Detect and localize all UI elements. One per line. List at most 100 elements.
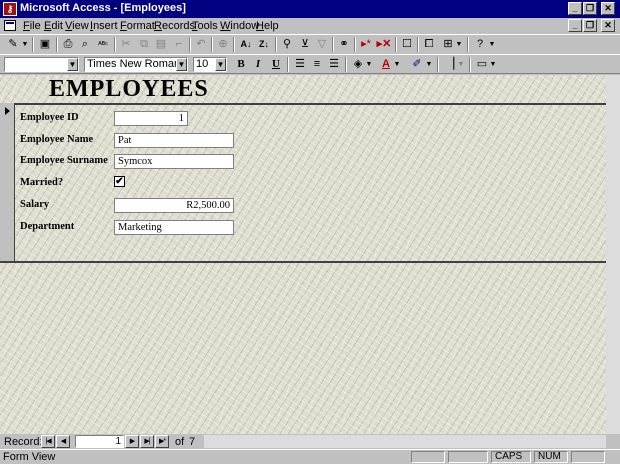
close-button[interactable]: ✕ <box>601 2 615 15</box>
restore-button[interactable]: ❐ <box>583 2 597 15</box>
status-bar: Form View CAPS NUM <box>0 449 620 464</box>
new-object-dropdown-icon[interactable]: ▼ <box>455 37 463 52</box>
line-color-dropdown-icon[interactable]: ▼ <box>425 57 433 72</box>
object-dropdown-icon[interactable]: ▼ <box>67 58 78 71</box>
menu-edit[interactable]: Edit <box>44 20 63 32</box>
department-label: Department <box>20 221 75 232</box>
cut-icon[interactable]: ✂ <box>118 37 134 52</box>
salary-field[interactable]: R2,500.00 <box>114 198 234 213</box>
special-effect-dropdown-icon[interactable]: ▼ <box>489 57 497 72</box>
insert-hyperlink-icon[interactable]: ⊕ <box>215 37 231 52</box>
special-effect-icon[interactable]: ▭ <box>474 57 490 72</box>
italic-button[interactable]: I <box>250 57 266 72</box>
record-of-label: of <box>175 436 185 448</box>
underline-button[interactable]: U <box>268 57 284 72</box>
database-window-icon[interactable]: ⧠ <box>421 37 437 52</box>
previous-record-button[interactable]: ◀ <box>56 435 70 448</box>
married-label: Married? <box>20 177 64 188</box>
first-record-button[interactable]: |◀ <box>41 435 55 448</box>
font-size-combo[interactable]: 10 ▼ <box>193 57 227 72</box>
filter-by-form-icon[interactable]: ⊻ <box>297 37 313 52</box>
formatting-toolbar: ▼ Times New Roman ▼ 10 ▼ B I U ☰ ≡ ☰ ◈ ▼… <box>0 54 620 74</box>
font-size-dropdown-icon[interactable]: ▼ <box>215 58 226 71</box>
help-dropdown-icon[interactable]: ▼ <box>488 37 496 52</box>
doc-minimize-button[interactable]: _ <box>568 19 582 32</box>
print-preview-icon[interactable]: ⌕ <box>77 37 93 52</box>
new-record-nav-button[interactable]: ▶* <box>155 435 169 448</box>
record-total: 7 <box>189 436 196 448</box>
last-record-button[interactable]: ▶| <box>140 435 154 448</box>
view-dropdown-icon[interactable]: ▼ <box>21 37 29 52</box>
copy-icon[interactable]: ⧉ <box>136 37 152 52</box>
properties-icon[interactable]: ☐ <box>399 37 415 52</box>
sort-ascending-icon[interactable]: A↓ <box>238 37 254 52</box>
object-combo[interactable]: ▼ <box>4 57 79 72</box>
spelling-icon[interactable]: ᴬᴮᶜ <box>95 37 111 52</box>
save-icon[interactable]: ▣ <box>37 37 53 52</box>
size-grip <box>606 434 620 449</box>
status-text: Form View <box>3 451 56 463</box>
font-size-value: 10 <box>196 58 209 70</box>
apply-filter-icon[interactable]: ▽ <box>314 37 330 52</box>
sort-descending-icon[interactable]: Z↓ <box>256 37 272 52</box>
employee-name-field[interactable]: Pat <box>114 133 234 148</box>
employee-surname-label: Employee Surname <box>20 155 108 166</box>
undo-icon[interactable]: ↶ <box>193 37 209 52</box>
help-icon[interactable]: ? <box>472 37 488 52</box>
line-width-dropdown-icon[interactable]: ▼ <box>457 57 465 72</box>
print-icon[interactable]: ⎙ <box>60 37 76 52</box>
menu-window[interactable]: Window <box>220 20 259 32</box>
next-record-button[interactable]: ▶ <box>125 435 139 448</box>
font-color-dropdown-icon[interactable]: ▼ <box>393 57 401 72</box>
doc-restore-button[interactable]: ❐ <box>583 19 597 32</box>
record-selector[interactable] <box>0 103 15 261</box>
new-record-icon[interactable]: ▸* <box>358 37 374 52</box>
employee-surname-field[interactable]: Symcox <box>114 154 234 169</box>
fill-color-dropdown-icon[interactable]: ▼ <box>365 57 373 72</box>
line-width-icon[interactable]: ▕ <box>442 57 458 72</box>
form-document-icon[interactable] <box>4 20 16 31</box>
filter-by-selection-icon[interactable]: ⚲ <box>279 37 295 52</box>
employee-name-label: Employee Name <box>20 134 94 145</box>
menu-insert[interactable]: Insert <box>90 20 118 32</box>
status-panel-5 <box>571 451 605 463</box>
fill-color-icon[interactable]: ◈ <box>350 57 366 72</box>
menu-file[interactable]: File <box>23 20 41 32</box>
employee-id-field[interactable]: 1 <box>114 111 188 126</box>
num-indicator: NUM <box>534 451 568 463</box>
menu-bar: File Edit View Insert Format Records Too… <box>0 18 620 34</box>
font-name-dropdown-icon[interactable]: ▼ <box>176 58 187 71</box>
format-painter-icon[interactable]: ⌐ <box>171 37 187 52</box>
line-color-icon[interactable]: ✐ <box>409 57 425 72</box>
menu-help[interactable]: Help <box>256 20 279 32</box>
align-left-icon[interactable]: ☰ <box>292 57 308 72</box>
access-key-icon[interactable]: ⚷ <box>3 2 17 16</box>
align-right-icon[interactable]: ☰ <box>326 57 342 72</box>
salary-label: Salary <box>20 199 50 210</box>
caps-indicator: CAPS <box>491 451 531 463</box>
record-number-input[interactable]: 1 <box>75 435 124 448</box>
view-design-icon[interactable]: ✎ <box>5 37 21 52</box>
menu-format[interactable]: Format <box>120 20 155 32</box>
married-checkbox[interactable]: ✔ <box>114 176 125 187</box>
paste-icon[interactable]: ▤ <box>153 37 169 52</box>
doc-close-button[interactable]: ✕ <box>601 19 615 32</box>
align-center-icon[interactable]: ≡ <box>309 57 325 72</box>
minimize-button[interactable]: _ <box>568 2 582 15</box>
vertical-scrollbar[interactable] <box>606 75 620 434</box>
menu-tools[interactable]: Tools <box>192 20 218 32</box>
new-object-icon[interactable]: ⊞ <box>440 37 456 52</box>
bold-button[interactable]: B <box>233 57 249 72</box>
font-name-combo[interactable]: Times New Roman ▼ <box>84 57 188 72</box>
title-bar: ⚷ Microsoft Access - [Employees] _ ❐ ✕ <box>0 0 620 18</box>
font-color-icon[interactable]: A <box>378 57 394 72</box>
menu-view[interactable]: View <box>65 20 89 32</box>
department-field[interactable]: Marketing <box>114 220 234 235</box>
window-title: Microsoft Access - [Employees] <box>20 2 186 14</box>
menu-records[interactable]: Records <box>154 20 195 32</box>
delete-record-icon[interactable]: ▸✕ <box>376 37 392 52</box>
record-label: Record: <box>4 436 43 448</box>
find-icon[interactable]: ⚭ <box>336 37 352 52</box>
horizontal-scrollbar[interactable] <box>204 435 606 448</box>
font-name-value: Times New Roman <box>87 58 181 70</box>
